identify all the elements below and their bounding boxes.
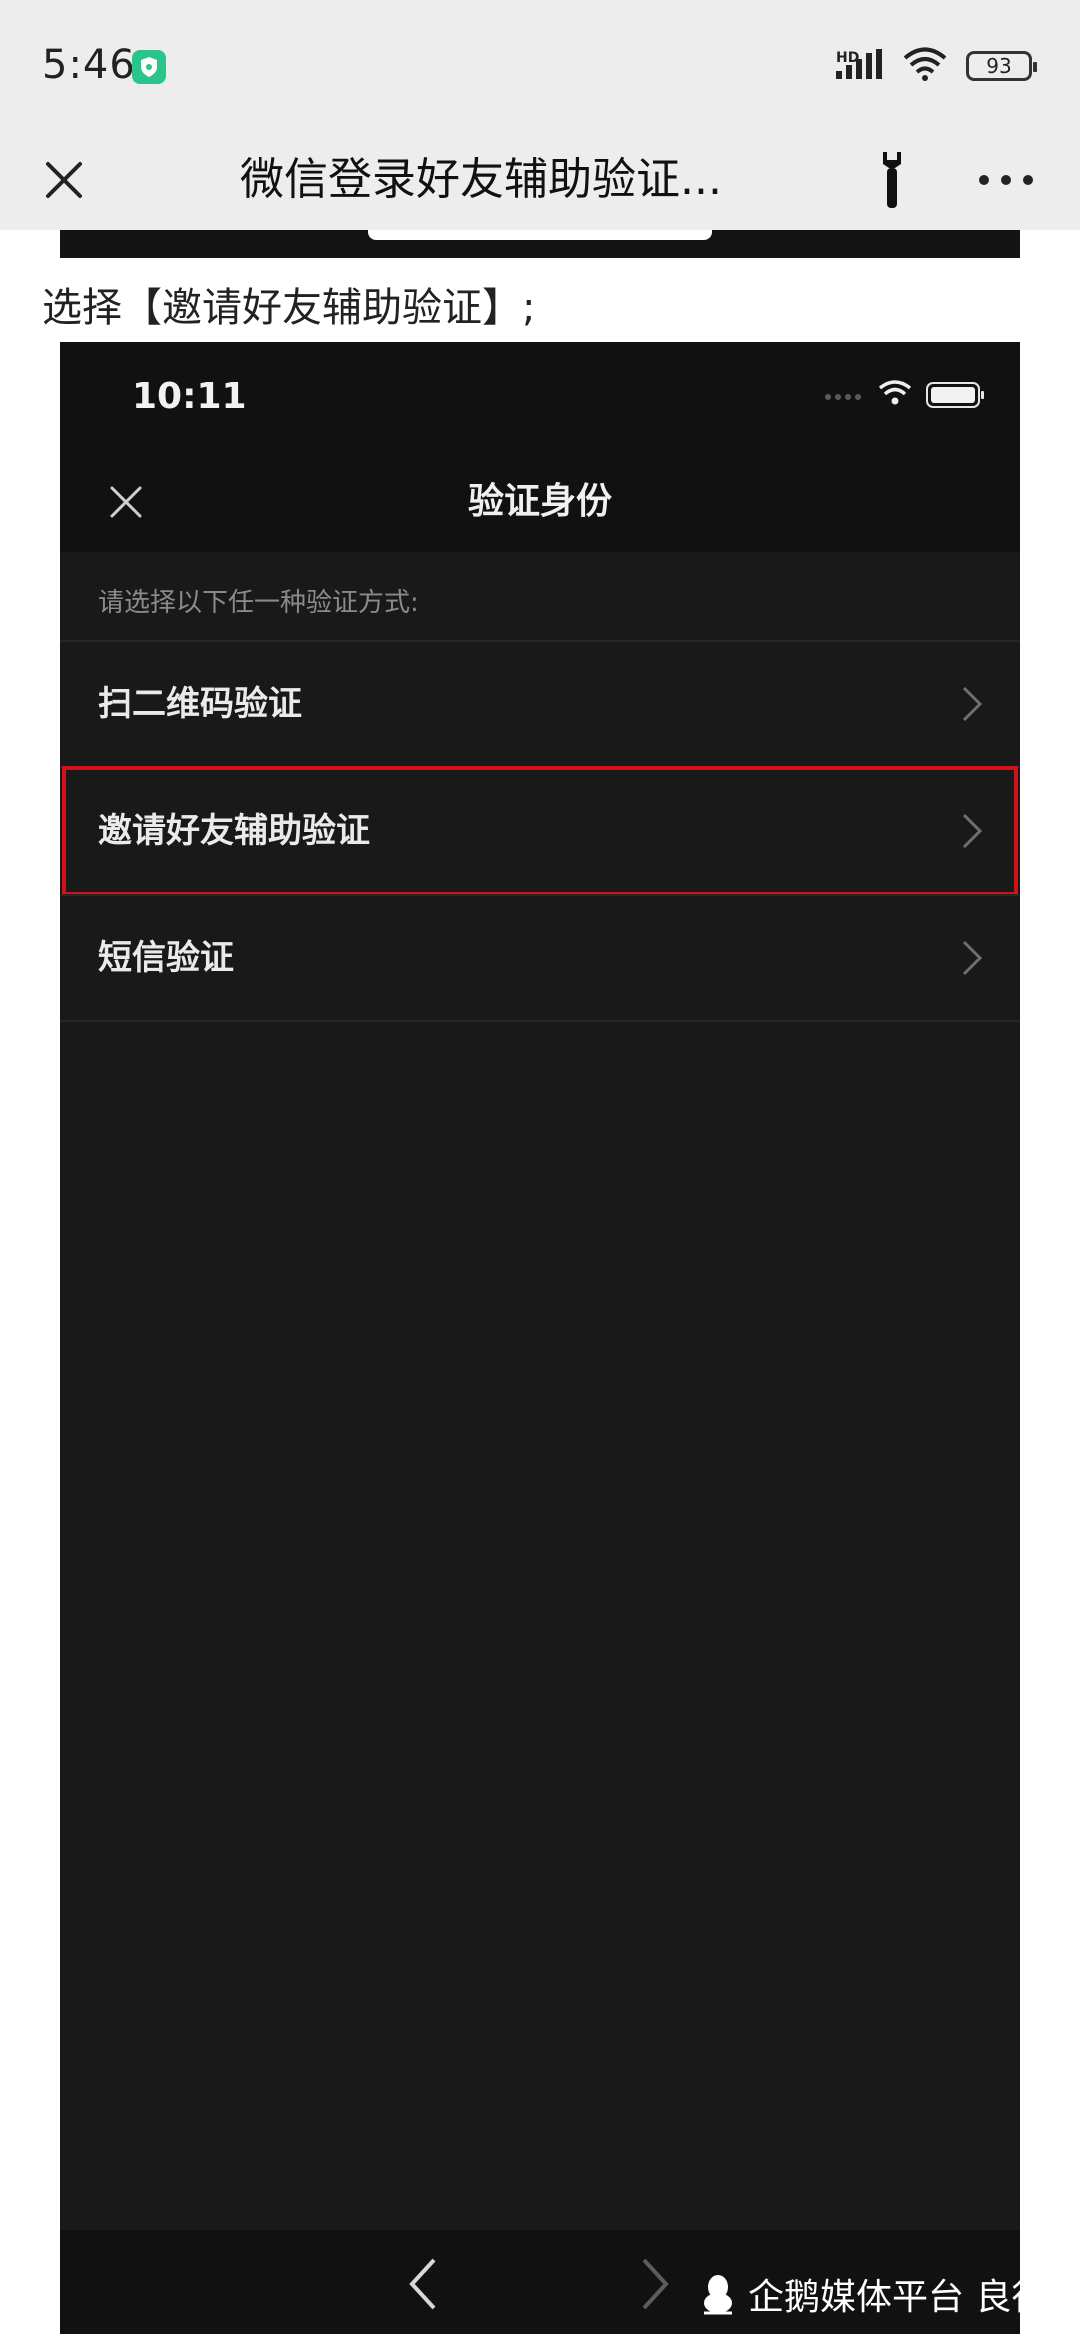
chevron-left-icon [409,2258,436,2310]
battery-level: 93 [986,54,1012,78]
option-sms: 短信验证 [60,896,1020,1020]
home-indicator [368,230,712,240]
image-title: 验证身份 [467,481,612,522]
more-icon [979,175,1033,185]
option-label: 短信验证 [98,938,234,978]
option-label: 扫二维码验证 [98,684,302,724]
previous-image [60,230,1020,258]
watermark: 企鹅媒体平台 良行 [700,2264,1047,2324]
close-button[interactable] [26,142,102,218]
page-title: 微信登录好友辅助验证... [240,154,722,205]
image-hint-text: 请选择以下任一种验证方式: [98,588,419,618]
app-shield-icon [132,50,166,84]
article-image: 10:11 验证身份 请选择以下任一种验证方式: 扫二维码验证 邀请好友辅助验证… [60,342,1020,2334]
title-bar: 微信登录好友辅助验证... [0,130,1080,230]
image-status-time: 10:11 [132,376,247,417]
image-close-icon [98,474,154,530]
image-battery-icon [926,382,984,408]
option-invite-friend: 邀请好友辅助验证 [60,769,1020,893]
status-bar: 5:46 HD 93 [0,0,1080,130]
wrench-icon [883,152,901,208]
option-qrcode: 扫二维码验证 [60,642,1020,766]
status-time: 5:46 [42,42,136,88]
status-icons: 93 [834,44,1037,88]
article-paragraph: 选择【邀请好友辅助验证】; [42,285,536,331]
tools-button[interactable] [862,140,922,220]
image-wifi-icon [878,380,912,410]
chevron-right-icon [642,2258,669,2310]
signal-icon [834,49,884,83]
battery-icon: 93 [966,51,1037,81]
image-nav-bar: 验证身份 [60,452,1020,552]
watermark-text: 企鹅媒体平台 良行 [748,2277,1048,2318]
wifi-icon [902,47,948,85]
image-status-bar: 10:11 [60,342,1020,452]
divider [60,1020,1020,1022]
close-icon [46,162,82,198]
more-button[interactable] [968,140,1044,220]
chevron-right-icon [962,686,983,722]
image-signal-icon [824,386,864,405]
chevron-right-icon [962,940,983,976]
chevron-right-icon [962,813,983,849]
divider [60,766,1020,768]
option-label: 邀请好友辅助验证 [98,811,370,851]
penguin-icon [704,2275,732,2315]
